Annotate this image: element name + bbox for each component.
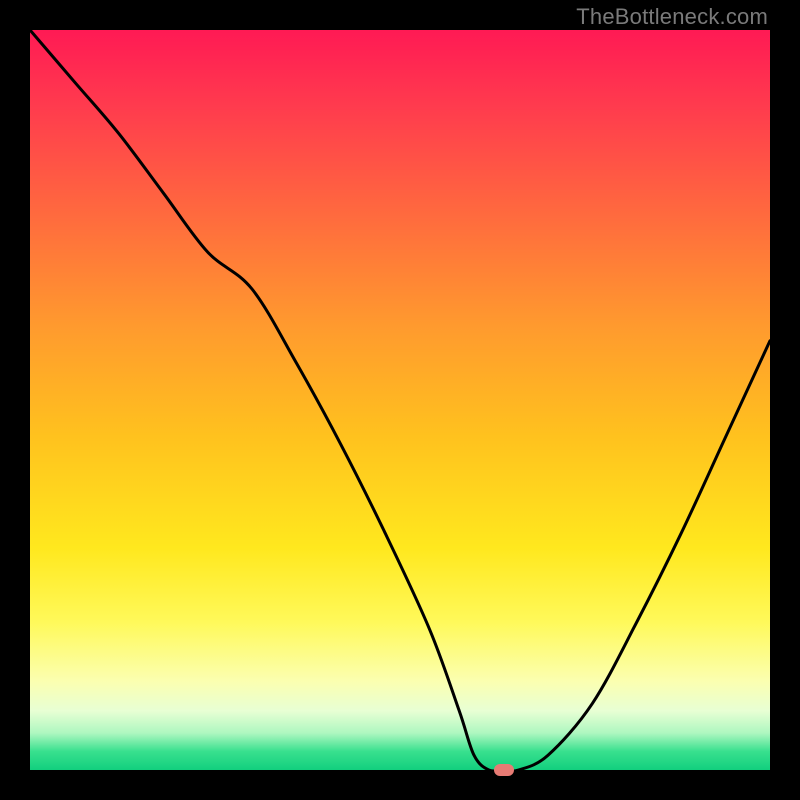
watermark-text: TheBottleneck.com [576,4,768,30]
bottleneck-curve [30,30,770,770]
plot-area [30,30,770,770]
chart-frame: TheBottleneck.com [0,0,800,800]
optimum-marker [494,764,514,776]
